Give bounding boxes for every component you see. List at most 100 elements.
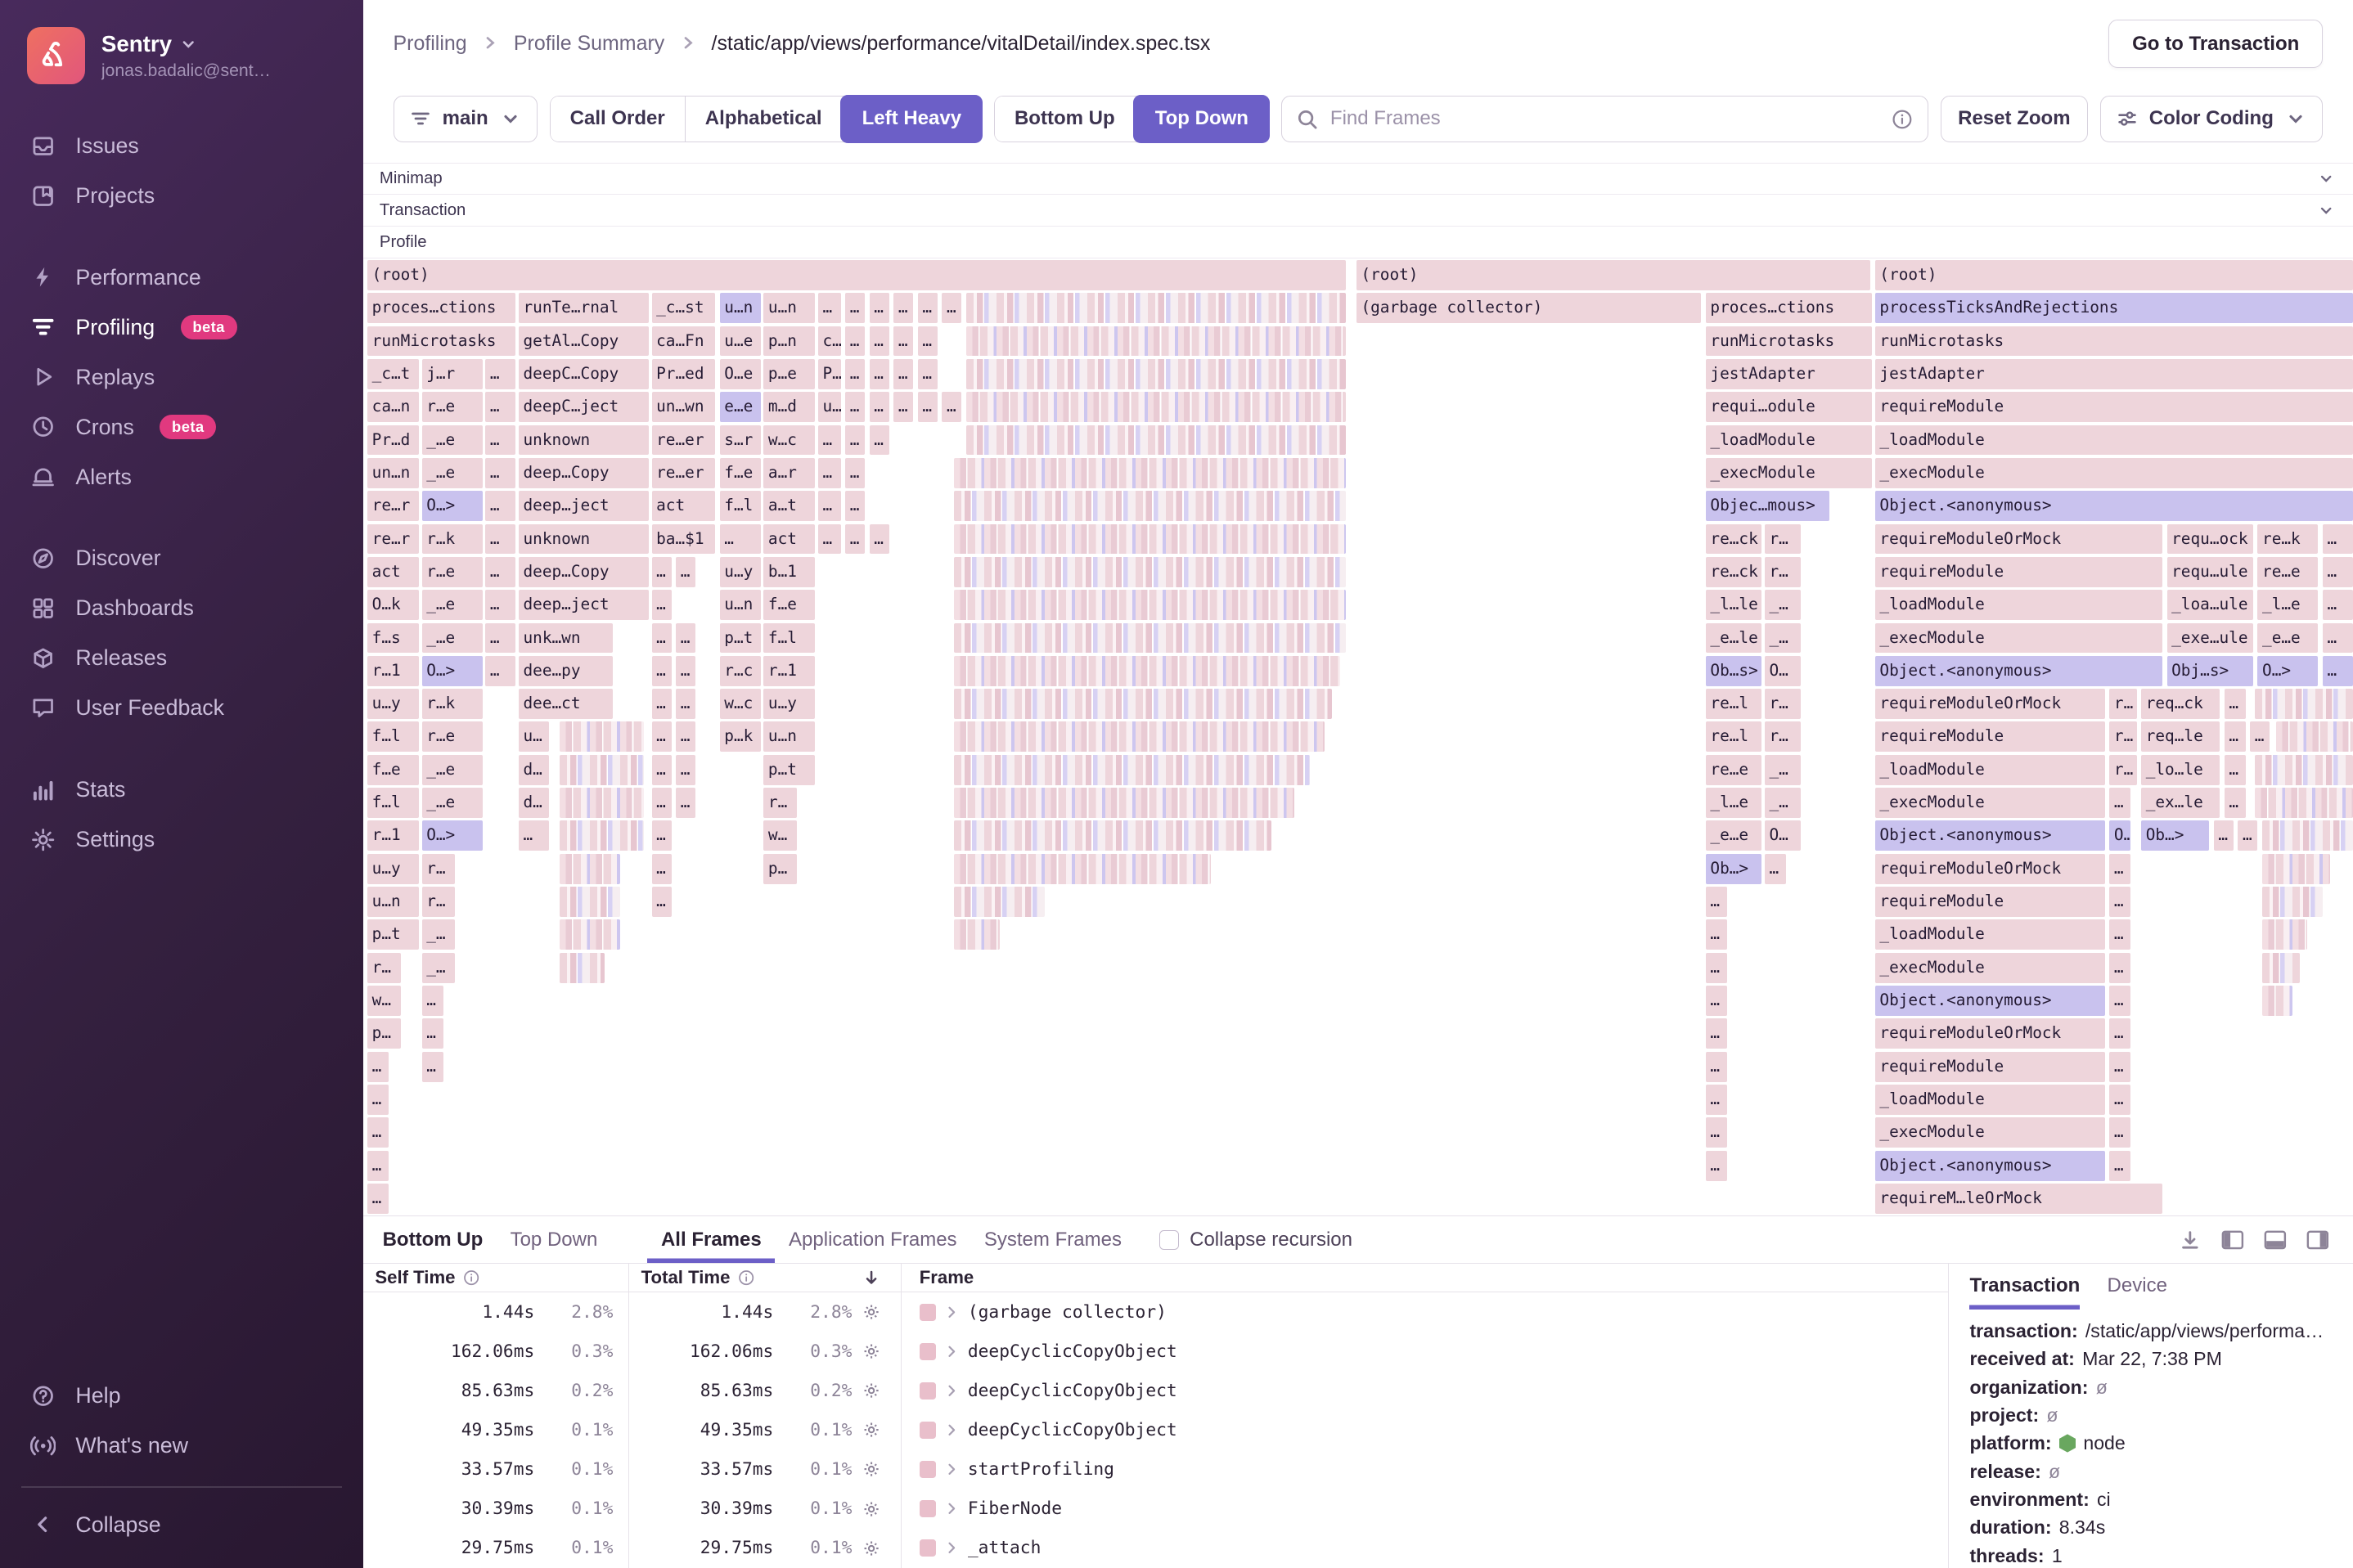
sort-alphabetical-button[interactable]: Alphabetical: [684, 96, 842, 142]
flame-frame[interactable]: u…: [817, 392, 841, 423]
flame-frame[interactable]: …: [869, 523, 889, 555]
sidebar-item-stats[interactable]: Stats: [0, 765, 363, 815]
flame-frame[interactable]: …: [518, 820, 549, 851]
flame-frame[interactable]: a…r: [763, 457, 816, 488]
flame-frame[interactable]: u…y: [719, 556, 761, 587]
flame-frame[interactable]: …: [651, 590, 672, 621]
flame-frame[interactable]: un…n: [367, 457, 419, 488]
sidebar-item-projects[interactable]: Projects: [0, 171, 363, 221]
flame-frame[interactable]: …: [367, 1150, 389, 1181]
flame-frame[interactable]: …: [421, 986, 443, 1017]
flame-frame[interactable]: …: [421, 1051, 443, 1082]
flame-frame[interactable]: …: [2322, 655, 2353, 686]
flame-frame[interactable]: proces…ctions: [1705, 293, 1873, 324]
tab-system-frames[interactable]: System Frames: [970, 1216, 1135, 1263]
flame-frame[interactable]: …: [651, 655, 672, 686]
flame-frame[interactable]: …: [869, 358, 889, 389]
expand-chevron-icon[interactable]: [945, 1541, 959, 1555]
flame-frame[interactable]: …: [917, 392, 938, 423]
flame-frame[interactable]: …: [2224, 754, 2246, 785]
flame-frame[interactable]: re…k: [2257, 523, 2319, 555]
flame-frame[interactable]: r…e: [421, 556, 483, 587]
flame-frame[interactable]: r…: [367, 952, 401, 983]
flame-frame[interactable]: …: [485, 491, 516, 522]
breadcrumb-profile-summary[interactable]: Profile Summary: [514, 32, 664, 56]
flame-frame[interactable]: f…e: [367, 754, 419, 785]
flame-frame[interactable]: …: [421, 1018, 443, 1049]
flame-frame[interactable]: …: [651, 853, 672, 884]
flame-frame[interactable]: requ…ock: [2166, 523, 2253, 555]
flame-frame[interactable]: …: [2109, 1150, 2131, 1181]
flame-frame[interactable]: runMicrotasks: [1705, 326, 1873, 357]
flame-frame[interactable]: …: [651, 788, 672, 819]
sidebar-item-settings[interactable]: Settings: [0, 815, 363, 865]
flame-frame[interactable]: re…l: [1705, 721, 1762, 753]
flame-frame[interactable]: _…e: [421, 788, 483, 819]
flame-frame[interactable]: …: [817, 457, 841, 488]
flame-frame[interactable]: re…er: [651, 425, 716, 456]
flame-frame[interactable]: _…e: [421, 622, 483, 654]
flame-frame[interactable]: …: [917, 358, 938, 389]
sort-left-heavy-button[interactable]: Left Heavy: [839, 95, 983, 143]
flame-frame[interactable]: r…: [1764, 721, 1802, 753]
flame-frame[interactable]: …: [2109, 887, 2131, 918]
sidebar-item-whats-new[interactable]: What's new: [0, 1421, 363, 1471]
flame-frame[interactable]: re…e: [2257, 556, 2319, 587]
flame-frame[interactable]: d…: [518, 754, 549, 785]
flame-frame[interactable]: r…: [421, 887, 456, 918]
flame-frame[interactable]: f…l: [719, 491, 761, 522]
flame-frame[interactable]: _ex…le: [2141, 788, 2220, 819]
flame-frame[interactable]: …: [869, 425, 889, 456]
flame-frame[interactable]: …: [917, 293, 938, 324]
flame-frame[interactable]: …: [1705, 1150, 1727, 1181]
flame-frame[interactable]: …: [2109, 788, 2131, 819]
sidebar-item-issues[interactable]: Issues: [0, 121, 363, 171]
flame-frame[interactable]: …: [719, 523, 761, 555]
flame-frame[interactable]: O…: [1764, 820, 1802, 851]
flame-frame[interactable]: (root): [1874, 259, 2353, 290]
expand-chevron-icon[interactable]: [945, 1384, 959, 1398]
flame-frame[interactable]: Object.<anonymous>: [1874, 820, 2105, 851]
flame-frame[interactable]: r…: [763, 788, 798, 819]
flame-frame[interactable]: p…e: [763, 358, 816, 389]
collapse-recursion-checkbox[interactable]: [1159, 1229, 1180, 1250]
search-input[interactable]: [1329, 107, 1879, 131]
flame-frame[interactable]: …: [817, 293, 841, 324]
tab-transaction[interactable]: Transaction: [1969, 1264, 2080, 1309]
flame-frame[interactable]: …: [942, 293, 962, 324]
table-row[interactable]: 33.57ms 0.1% 33.57ms 0.1% startProfiling: [363, 1449, 1948, 1489]
flame-frame[interactable]: requireModule: [1874, 392, 2353, 423]
flame-frame[interactable]: processTicksAndRejections: [1874, 293, 2353, 324]
flame-frame[interactable]: dee…py: [518, 655, 613, 686]
flame-frame[interactable]: …: [2322, 556, 2353, 587]
flame-frame[interactable]: u…e: [719, 326, 761, 357]
flame-frame[interactable]: act: [651, 491, 716, 522]
flame-frame[interactable]: _…: [1764, 622, 1802, 654]
collapse-recursion-control[interactable]: Collapse recursion: [1159, 1229, 1352, 1251]
flame-frame[interactable]: …: [845, 358, 866, 389]
color-coding-button[interactable]: Color Coding: [2099, 95, 2323, 143]
flame-frame[interactable]: requireModule: [1874, 887, 2105, 918]
flame-frame[interactable]: requireModule: [1874, 556, 2163, 587]
flame-frame[interactable]: …: [367, 1184, 389, 1215]
flame-frame[interactable]: deepC…ject: [518, 392, 649, 423]
flame-frame[interactable]: …: [869, 293, 889, 324]
flame-frame[interactable]: …: [2238, 820, 2258, 851]
table-row[interactable]: 85.63ms 0.2% 85.63ms 0.2% deepCyclicCopyObje…: [363, 1371, 1948, 1411]
flame-frame[interactable]: …: [676, 556, 696, 587]
gear-icon[interactable]: [852, 1460, 891, 1478]
flame-frame[interactable]: u…n: [763, 721, 816, 753]
flame-frame[interactable]: …: [2109, 919, 2131, 950]
flame-frame[interactable]: jestAdapter: [1874, 358, 2353, 389]
table-row[interactable]: 1.44s 2.8% 1.44s 2.8% (garbage collector): [363, 1292, 1948, 1332]
flame-frame[interactable]: …: [2109, 1085, 2131, 1116]
flame-frame[interactable]: (root): [367, 259, 1346, 290]
flame-frame[interactable]: re…l: [1705, 689, 1762, 720]
flame-frame[interactable]: u…y: [367, 689, 419, 720]
flame-frame[interactable]: …: [485, 655, 516, 686]
flame-frame[interactable]: …: [651, 556, 672, 587]
flame-frame[interactable]: P…: [817, 358, 841, 389]
flame-frame[interactable]: O…>: [421, 655, 483, 686]
flame-frame[interactable]: …: [817, 425, 841, 456]
flame-frame[interactable]: …: [817, 523, 841, 555]
